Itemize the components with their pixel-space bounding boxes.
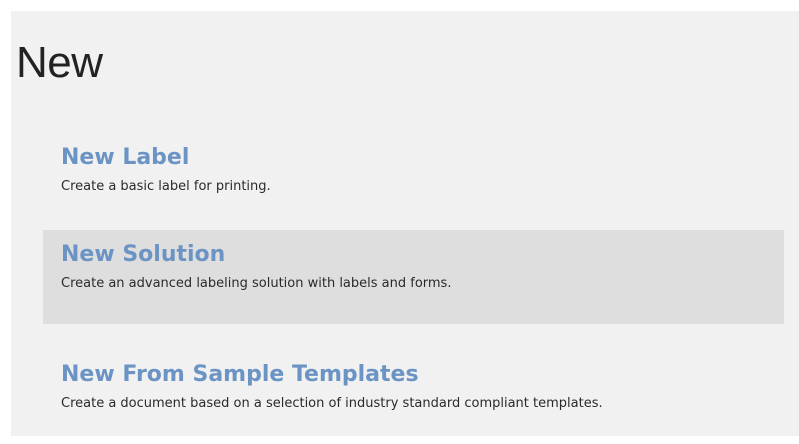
new-panel: New New Label Create a basic label for p… xyxy=(11,11,799,436)
new-from-sample-templates-option[interactable]: New From Sample Templates Create a docum… xyxy=(43,350,784,444)
new-solution-description: Create an advanced labeling solution wit… xyxy=(61,276,452,291)
new-from-sample-templates-title[interactable]: New From Sample Templates xyxy=(61,362,419,388)
new-solution-option[interactable]: New Solution Create an advanced labeling… xyxy=(43,230,784,324)
new-solution-title[interactable]: New Solution xyxy=(61,242,225,268)
new-label-title[interactable]: New Label xyxy=(61,145,189,171)
new-label-option[interactable]: New Label Create a basic label for print… xyxy=(43,133,784,227)
new-label-description: Create a basic label for printing. xyxy=(61,179,271,194)
new-from-sample-templates-description: Create a document based on a selection o… xyxy=(61,396,603,411)
page-title: New xyxy=(16,38,103,87)
